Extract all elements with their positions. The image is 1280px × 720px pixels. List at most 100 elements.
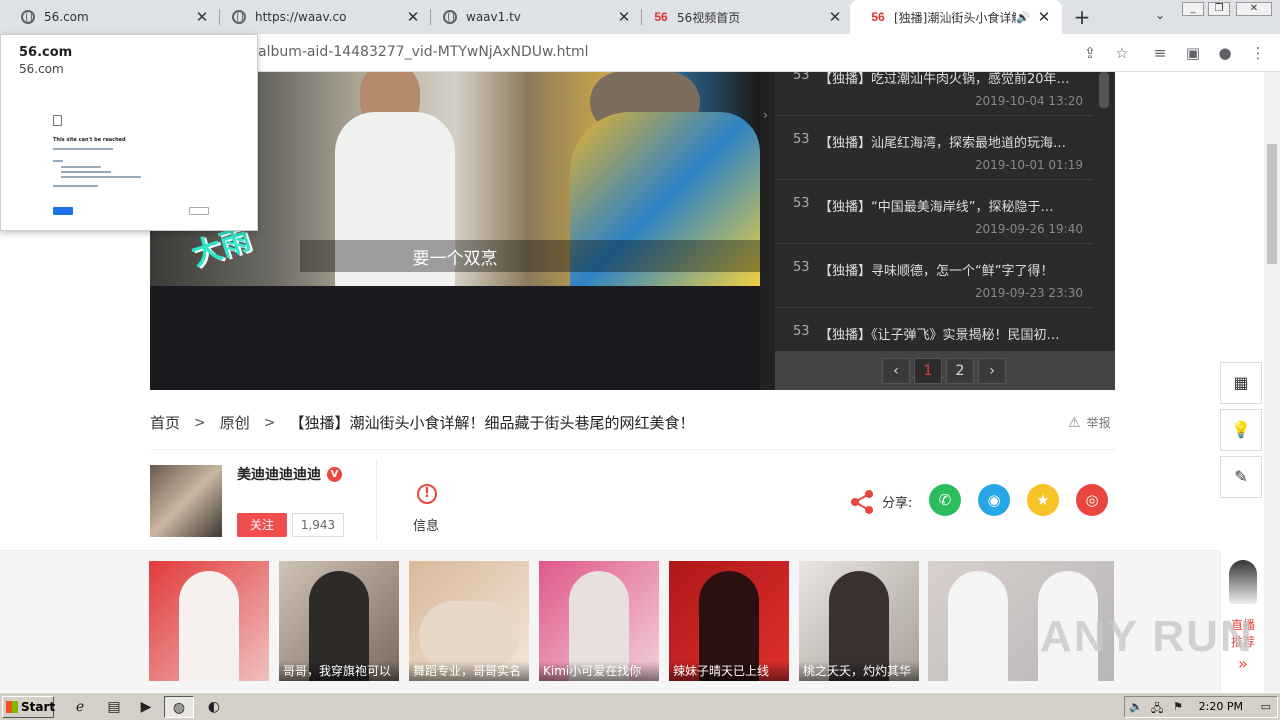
start-button[interactable]: Start bbox=[2, 696, 55, 718]
recommend-card[interactable]: 哥哥，我穿旗袍可以 bbox=[279, 561, 399, 681]
preview-details-button bbox=[189, 207, 209, 215]
chevron-right-icon: › bbox=[763, 108, 768, 122]
tab-waav1[interactable]: waav1.tv ✕ bbox=[422, 0, 642, 34]
close-icon[interactable]: ✕ bbox=[194, 8, 210, 26]
avatar[interactable] bbox=[150, 465, 222, 537]
new-tab-button[interactable]: + bbox=[1070, 5, 1094, 29]
report-button[interactable]: ⚠ 举报 bbox=[1068, 414, 1111, 431]
globe-icon bbox=[442, 9, 458, 25]
ie-icon[interactable]: ℯ bbox=[68, 696, 92, 718]
share-page-icon[interactable]: ⇪ bbox=[1080, 43, 1100, 63]
playlist-item[interactable]: 53 【独播】寻味顺德，怎一个“鲜”字了得！ 2019-09-23 23:30 bbox=[775, 244, 1093, 308]
chevron-right-icon: > bbox=[194, 414, 206, 431]
breadcrumb-home[interactable]: 首页 bbox=[150, 412, 180, 433]
card-caption: 辣妹子晴天已上线 bbox=[669, 661, 789, 681]
video-subtitle: 要一个双烹 bbox=[412, 249, 498, 269]
lightbulb-icon[interactable]: 💡 bbox=[1220, 409, 1262, 451]
watermark: ANY RUN bbox=[1040, 612, 1254, 661]
minimize-button[interactable]: _ bbox=[1182, 2, 1204, 16]
verified-badge-icon: V bbox=[327, 466, 342, 482]
report-label: 举报 bbox=[1086, 416, 1111, 430]
clock: 2:20 PM bbox=[1198, 700, 1243, 713]
56-logo-icon: 56 bbox=[871, 10, 885, 24]
next-page-button[interactable]: › bbox=[978, 358, 1006, 384]
share-label: 分享: bbox=[882, 496, 913, 511]
chevron-down-icon[interactable]: ⌄ bbox=[1150, 8, 1170, 28]
tab-title: 56视频首页 bbox=[677, 10, 741, 25]
close-icon[interactable]: ✕ bbox=[616, 8, 632, 26]
qzone-icon[interactable]: ★ bbox=[1027, 484, 1059, 516]
menu-icon[interactable]: ⋮ bbox=[1248, 43, 1268, 63]
tab-waav[interactable]: https://waav.co ✕ bbox=[211, 0, 431, 34]
tab-active-video[interactable]: 56 [独播]潮汕街头小食详解 🔊 ✕ bbox=[850, 0, 1062, 34]
56-logo-icon: 56 bbox=[654, 10, 668, 24]
chevron-right-icon: > bbox=[263, 414, 276, 431]
live-avatar bbox=[1229, 560, 1257, 604]
card-caption: 舞蹈专业，哥哥实名 bbox=[409, 661, 529, 681]
maximize-button[interactable]: ❐ bbox=[1208, 2, 1230, 16]
playlist-scrollbar[interactable] bbox=[1099, 72, 1109, 108]
show-desktop-icon[interactable]: ▭ bbox=[1261, 700, 1271, 713]
hover-card-preview: This site can't be reached bbox=[53, 115, 213, 225]
media-control-icon[interactable]: ≡ bbox=[1150, 43, 1170, 63]
bookmark-star-icon[interactable]: ☆ bbox=[1112, 43, 1132, 63]
close-window-button[interactable]: ✕ bbox=[1236, 2, 1272, 16]
share-icon bbox=[851, 490, 873, 514]
preview-reload-button bbox=[53, 207, 73, 215]
hover-card-title: 56.com bbox=[19, 45, 73, 60]
card-caption: 桃之夭夭，灼灼其华 bbox=[799, 661, 919, 681]
page-scrollbar[interactable] bbox=[1264, 72, 1280, 692]
warning-icon: ⚠ bbox=[1068, 414, 1081, 431]
address-bar[interactable]: album-aid-14483277_vid-MTYwNjAxNDUw.html bbox=[258, 44, 589, 60]
system-tray: 🔈 🖧 ⚑ 2:20 PM ▭ bbox=[1124, 696, 1278, 718]
qq-icon[interactable]: ◉ bbox=[978, 484, 1010, 516]
follow-button[interactable]: 关注 bbox=[237, 513, 287, 537]
explorer-icon[interactable]: ▤ bbox=[102, 696, 126, 718]
close-icon[interactable]: ✕ bbox=[405, 8, 421, 26]
tab-56com[interactable]: 56.com ✕ bbox=[0, 0, 220, 34]
tab-strip: 56.com ✕ https://waav.co ✕ waav1.tv ✕ 56… bbox=[0, 0, 1280, 34]
playlist-item[interactable]: 53 【独播】吃过潮汕牛肉火锅，感觉前20年… 2019-10-04 13:20 bbox=[775, 72, 1093, 116]
close-icon[interactable]: ✕ bbox=[827, 8, 843, 26]
document-icon bbox=[53, 115, 62, 126]
close-icon[interactable]: ✕ bbox=[1036, 8, 1052, 26]
prev-page-button[interactable]: ‹ bbox=[882, 358, 910, 384]
breadcrumb-category[interactable]: 原创 bbox=[220, 412, 250, 433]
info-icon[interactable]: ! bbox=[417, 484, 437, 504]
breadcrumb: 首页 > 原创 > 【独播】潮汕街头小食详解！细品藏于街头巷尾的网红美食！ bbox=[150, 412, 695, 433]
tab-56-home[interactable]: 56 56视频首页 ✕ bbox=[633, 0, 853, 34]
playlist-item[interactable]: 53 【独播】“中国最美海岸线”，探秘隐于… 2019-09-26 19:40 bbox=[775, 180, 1093, 244]
card-caption: 哥哥，我穿旗袍可以 bbox=[279, 661, 399, 681]
flag-icon[interactable]: ⚑ bbox=[1173, 700, 1183, 713]
feedback-icon[interactable]: ✎ bbox=[1220, 456, 1262, 498]
hover-card-domain: 56.com bbox=[19, 62, 64, 76]
tab-title: waav1.tv bbox=[466, 10, 521, 24]
qrcode-icon[interactable]: ▦ bbox=[1220, 362, 1262, 404]
media-player-icon[interactable]: ▶ bbox=[134, 696, 158, 718]
network-icon[interactable]: 🖧 bbox=[1151, 700, 1163, 719]
info-label[interactable]: 信息 bbox=[413, 515, 439, 534]
page-2-button[interactable]: 2 bbox=[946, 358, 974, 384]
recommend-card[interactable] bbox=[149, 561, 269, 681]
video-title: 【独播】潮汕街头小食详解！细品藏于街头巷尾的网红美食！ bbox=[289, 414, 695, 432]
weibo-icon[interactable]: ◎ bbox=[1076, 484, 1108, 516]
recommend-card[interactable]: 舞蹈专业，哥哥实名 bbox=[409, 561, 529, 681]
playlist-toggle[interactable]: › bbox=[760, 72, 775, 390]
profile-icon[interactable]: ● bbox=[1215, 43, 1235, 63]
playlist-pager: ‹ 1 2 › bbox=[775, 351, 1115, 390]
recommend-card[interactable]: 辣妹子晴天已上线 bbox=[669, 561, 789, 681]
chrome-icon[interactable]: ◍ bbox=[164, 696, 194, 718]
fans-count: 1,943 bbox=[292, 513, 344, 537]
volume-icon[interactable]: 🔈 bbox=[1129, 700, 1143, 713]
recommend-card[interactable]: 桃之夭夭，灼灼其华 bbox=[799, 561, 919, 681]
uploader-name[interactable]: 美迪迪迪迪迪 V bbox=[237, 464, 342, 484]
playlist-item[interactable]: 53 【独播】汕尾红海湾，探索最地道的玩海… 2019-10-01 01:19 bbox=[775, 116, 1093, 180]
recommend-card[interactable]: Kimi小可爱在找你 bbox=[539, 561, 659, 681]
page-1-button[interactable]: 1 bbox=[914, 358, 942, 384]
speaker-icon[interactable]: 🔊 bbox=[1016, 11, 1030, 24]
side-panel-icon[interactable]: ▣ bbox=[1183, 43, 1203, 63]
playlist-panel: 53 【独播】吃过潮汕牛肉火锅，感觉前20年… 2019-10-04 13:20… bbox=[775, 72, 1115, 390]
globe-icon bbox=[231, 9, 247, 25]
wechat-icon[interactable]: ✆ bbox=[929, 484, 961, 516]
edge-icon[interactable]: ◐ bbox=[202, 696, 226, 718]
